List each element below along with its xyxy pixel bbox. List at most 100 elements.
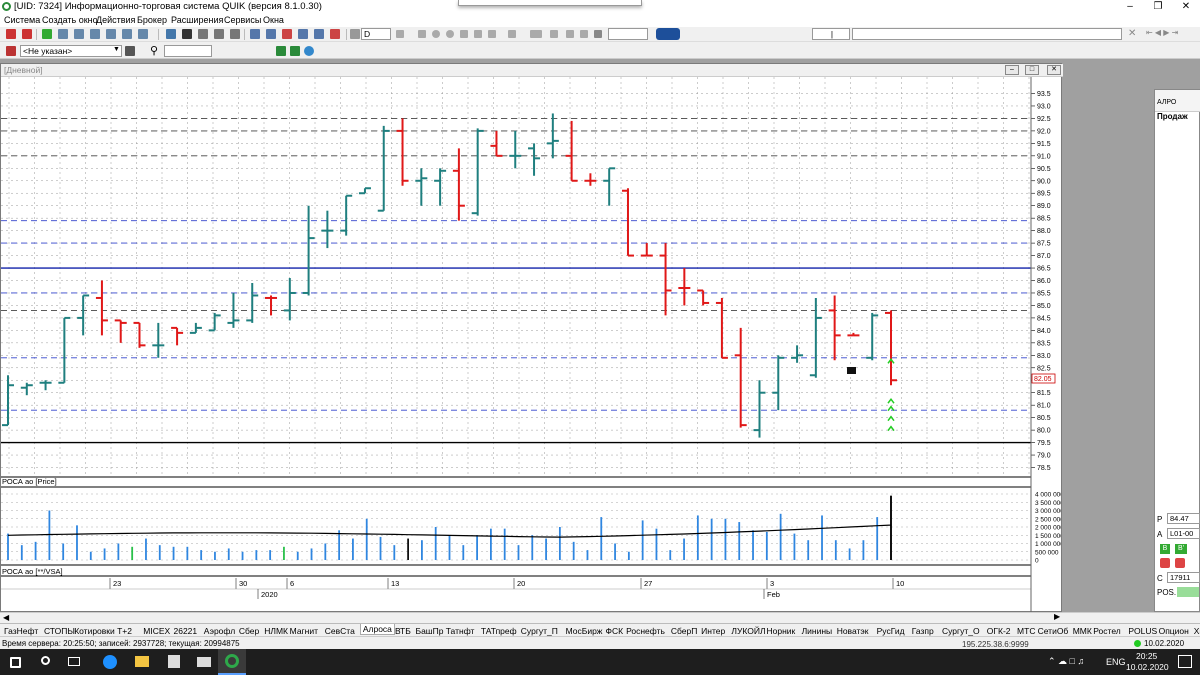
tab-15[interactable]: Сургут_П [521,626,558,636]
menu-windows[interactable]: Окна [263,15,284,25]
excel-icon[interactable] [276,46,286,56]
chevron-down-icon[interactable]: ▼ [113,46,120,53]
explorer-icon[interactable] [128,649,156,675]
tab-6[interactable]: Сбер [239,626,259,636]
tab-34[interactable]: Опцион [1159,626,1189,636]
account-icon[interactable] [314,29,324,39]
limits-icon[interactable] [138,29,148,39]
tab-12[interactable]: БашПр [416,626,444,636]
tab-31[interactable]: ММК [1073,626,1092,636]
tab-5[interactable]: Аэрофл [204,626,235,636]
trades-icon[interactable] [106,29,116,39]
move-icon[interactable] [418,30,426,38]
hand-icon[interactable] [474,30,482,38]
pen-tool-icon[interactable] [566,30,574,38]
menu-actions[interactable]: Действия [96,15,135,25]
menu-services[interactable]: Сервисы [224,15,261,25]
tab-19[interactable]: СберП [671,626,697,636]
tab-3[interactable]: MICEX [143,626,170,636]
c-value[interactable]: 17911 [1167,572,1200,583]
a-value[interactable]: L01-00 [1167,528,1200,539]
store-icon[interactable] [160,649,188,675]
p-value[interactable]: 84.47 [1167,513,1200,524]
tab-1[interactable]: СТОПЫ [44,626,75,636]
horizontal-scrollbar[interactable]: ◀ ▶ [0,612,1200,623]
sell-icon[interactable] [1160,558,1170,568]
tab-22[interactable]: Норник [767,626,796,636]
instrument-icon[interactable] [125,46,135,56]
tab-18[interactable]: Роснефть [626,626,665,636]
taskbar-date[interactable]: 10.02.2020 [1126,662,1169,672]
tab-13[interactable]: Татнфт [446,626,475,636]
news-icon[interactable] [298,29,308,39]
tab-20[interactable]: Интер [701,626,725,636]
arrow-tool-icon[interactable] [550,30,558,38]
search-icon[interactable]: ⚲ [150,44,158,57]
disconnect-icon[interactable] [22,29,32,39]
alert-icon[interactable] [198,29,208,39]
quik-taskbar-icon[interactable] [218,649,246,675]
tab-9[interactable]: СевСта [325,626,355,636]
sell-alt-icon[interactable] [1175,558,1185,568]
menu-extensions[interactable]: Расширения [171,15,223,25]
menu-broker[interactable]: Брокер [137,15,167,25]
tab-27[interactable]: Сургут_О [942,626,980,636]
buy-button[interactable]: B [1160,544,1170,554]
start-button[interactable] [0,649,30,675]
quotes-icon[interactable] [74,29,84,39]
tab-30[interactable]: СетиОб [1038,626,1069,636]
connect-icon[interactable] [6,29,16,39]
menu-create-window[interactable]: Создать окно [42,15,98,25]
portfolio-icon[interactable] [266,29,276,39]
interval-select[interactable]: D [361,28,391,40]
edge-icon[interactable] [96,649,124,675]
mail-icon[interactable] [190,649,218,675]
text-icon[interactable] [182,29,192,39]
select-icon[interactable] [488,30,496,38]
close-button[interactable]: ✕ [1172,0,1200,14]
tab-16[interactable]: МосБирж [566,626,603,636]
ticker-field[interactable] [852,28,1122,40]
export-icon[interactable] [290,46,300,56]
text-tool-icon[interactable] [530,30,542,38]
class-select[interactable]: <Не указан> [20,45,122,57]
chart-maximize-button[interactable]: □ [1025,65,1039,75]
zoom-out-icon[interactable] [446,30,454,38]
tab-26[interactable]: Газпр [912,626,934,636]
tab-33[interactable]: POLUS [1128,626,1157,636]
tab-8[interactable]: Магнит [290,626,318,636]
blank-field[interactable] [608,28,648,40]
task-view-icon[interactable] [62,649,86,675]
tray-icons[interactable]: ⌃ ☁ □ ♫ [1048,656,1084,667]
zoom-in-icon[interactable] [432,30,440,38]
print-icon[interactable] [230,29,240,39]
chart-close-button[interactable]: ✕ [1047,65,1061,75]
info-icon[interactable] [166,29,176,39]
taskbar-time[interactable]: 20:25 [1136,651,1157,661]
tab-0[interactable]: ГазНефт [4,626,38,636]
search-input[interactable] [164,45,212,57]
buy-alt-button[interactable]: B' [1175,544,1187,554]
tab-17[interactable]: ФСК [606,626,624,636]
nav-arrows-icon[interactable]: ⇤ ◀ ▶ ⇥ [1146,28,1178,37]
tab-28[interactable]: ОГК-2 [987,626,1011,636]
scroll-left-icon[interactable]: ◀ [3,613,9,622]
language-indicator[interactable]: ENG [1106,657,1126,667]
tab-11[interactable]: ВТБ [395,626,411,636]
positions-icon[interactable] [122,29,132,39]
new-table-icon[interactable] [42,29,52,39]
marker-tool-icon[interactable] [580,30,588,38]
tab-23[interactable]: Линины [802,626,833,636]
exchange-icon[interactable] [656,28,680,40]
tab-4[interactable]: 26221 [174,626,198,636]
orders-icon[interactable] [90,29,100,39]
tab-35[interactable]: X5 [1194,626,1200,636]
tab-21[interactable]: ЛУКОЙЛ [731,626,765,636]
chart-minimize-button[interactable]: – [1005,65,1019,75]
tab-25[interactable]: РусГид [877,626,905,636]
fit-icon[interactable] [460,30,468,38]
menu-system[interactable]: Система [4,15,40,25]
stop-order-icon[interactable] [282,29,292,39]
search-icon[interactable] [34,649,58,675]
clear-icon[interactable]: ✕ [1128,28,1136,39]
